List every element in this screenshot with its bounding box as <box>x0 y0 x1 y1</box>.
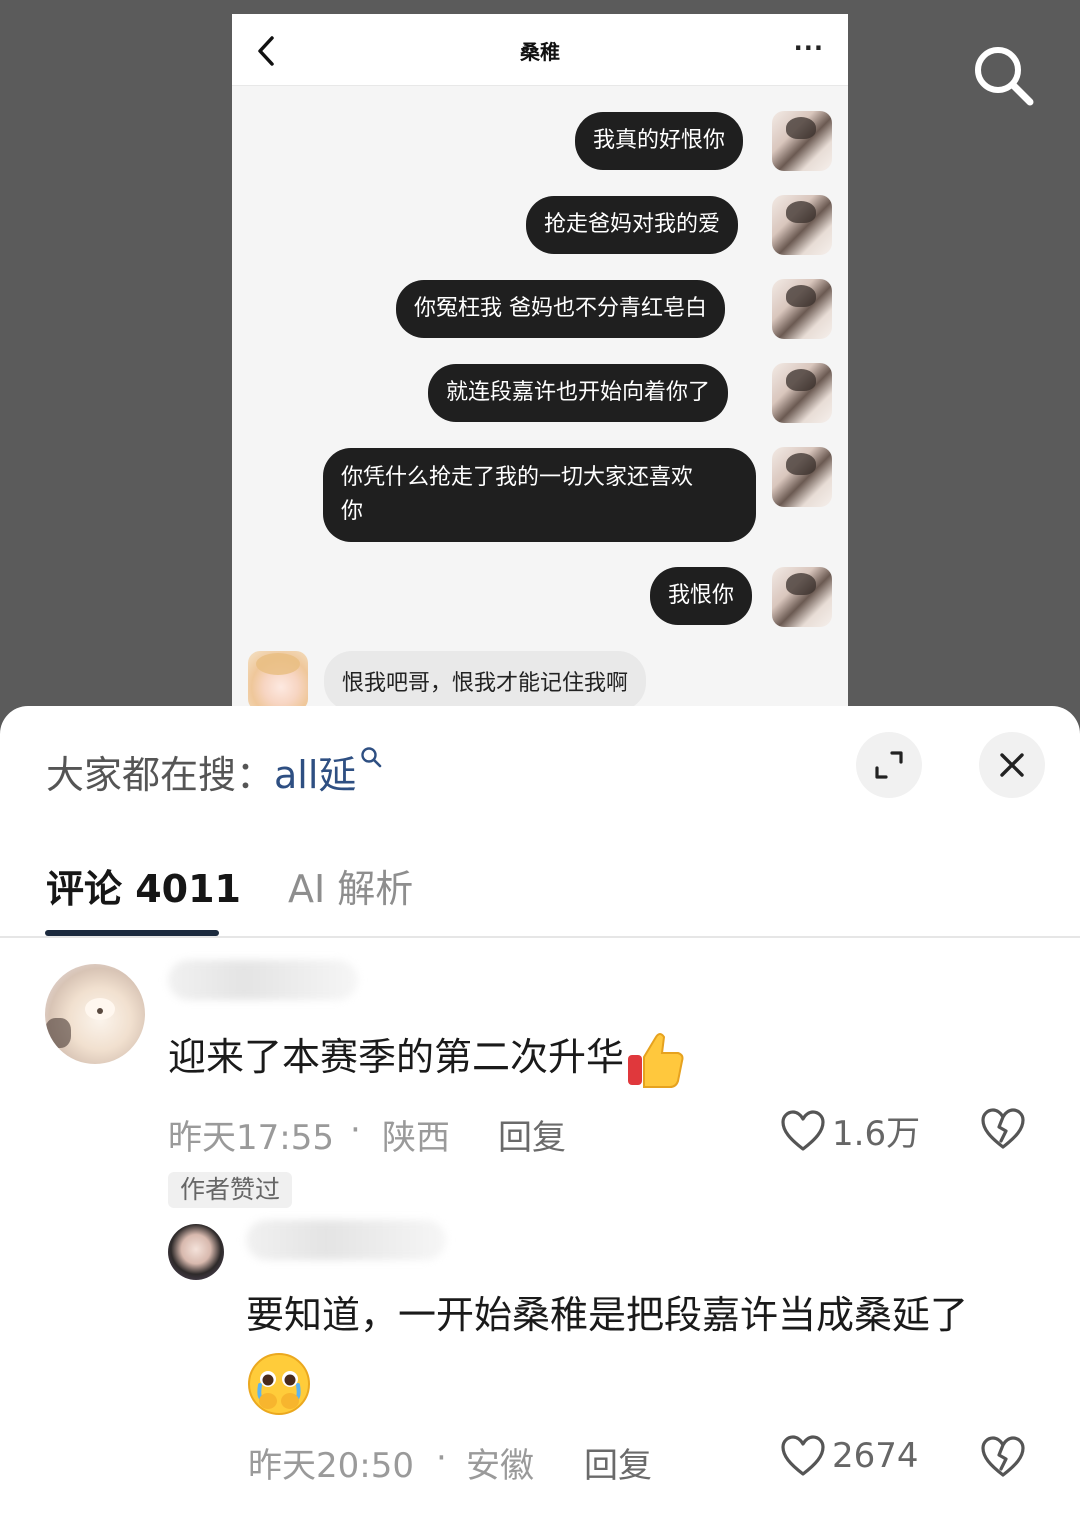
avatar <box>772 279 832 339</box>
heart-icon <box>781 1109 825 1151</box>
tab-comments[interactable]: 评论 4011 <box>46 858 241 913</box>
chat-bubble-right: 抢走爸妈对我的爱 <box>526 196 739 254</box>
search-icon <box>361 747 382 768</box>
hot-search-prefix: 大家都在搜： <box>46 753 275 797</box>
avatar <box>772 111 832 171</box>
search-icon[interactable] <box>970 42 1036 108</box>
hot-search-keyword[interactable]: all延 <box>274 753 356 797</box>
reply-button[interactable]: 回复 <box>584 1438 652 1487</box>
chat-bubble-right: 你凭什么抢走了我的一切大家还喜欢 你 <box>323 448 756 542</box>
reply-button[interactable]: 回复 <box>498 1110 566 1159</box>
tab-ai-analysis[interactable]: AI 解析 <box>288 858 413 913</box>
username-blurred <box>168 960 358 1000</box>
author-liked-badge: 作者赞过 <box>168 1172 293 1208</box>
comment-time: 昨天17:55 <box>168 1118 334 1158</box>
close-button[interactable] <box>979 732 1045 798</box>
meta-separator: · <box>350 1110 361 1150</box>
avatar <box>772 567 832 627</box>
chat-bubble-right: 你冤枉我 爸妈也不分青红皂白 <box>396 280 725 338</box>
heart-icon <box>781 1435 825 1476</box>
comment-location: 陕西 <box>382 1118 450 1158</box>
chat-bubble-right: 就连段嘉许也开始向着你了 <box>428 364 729 422</box>
chat-header: 桑稚 ··· <box>232 14 848 86</box>
chat-bubble-line: 你 <box>341 499 364 524</box>
more-icon: ··· <box>793 34 824 62</box>
comment-text: 要知道，一开始桑稚是把段嘉许当成桑延了 <box>246 1282 1046 1417</box>
broken-heart-icon[interactable] <box>980 1434 1026 1480</box>
avatar[interactable] <box>168 1224 224 1280</box>
chat-bubble-right: 我真的好恨你 <box>575 112 744 170</box>
video-area[interactable]: 桑稚 ··· 我真的好恨你 抢走爸妈对我的爱 你冤枉我 爸妈也不分青红皂白 就连… <box>0 0 1080 720</box>
comment-sheet: 大家都在搜：all延 评论 4011 AI 解析 迎来了本赛季的第二次升华 昨天… <box>0 706 1080 1520</box>
chat-title: 桑稚 <box>520 40 560 64</box>
tab-bar: 评论 4011 AI 解析 <box>0 846 1080 938</box>
thumbs-up-icon <box>628 1032 684 1088</box>
comment-time: 昨天20:50 <box>248 1446 414 1486</box>
tab-indicator <box>45 930 219 936</box>
chat-bubble-right: 我恨你 <box>650 567 753 625</box>
like-button[interactable]: 1.6万 <box>780 1106 920 1155</box>
like-count: 1.6万 <box>832 1114 921 1154</box>
avatar <box>772 195 832 255</box>
avatar <box>772 363 832 423</box>
like-count: 2674 <box>832 1436 919 1476</box>
meta-separator: · <box>436 1438 447 1478</box>
avatar[interactable] <box>45 964 145 1064</box>
close-icon <box>1000 753 1024 777</box>
pleading-face-icon <box>248 1352 310 1415</box>
chat-screenshot: 桑稚 ··· 我真的好恨你 抢走爸妈对我的爱 你冤枉我 爸妈也不分青红皂白 就连… <box>232 14 848 720</box>
chat-bubble-left: 恨我吧哥，恨我才能记住我啊 <box>324 651 647 711</box>
avatar <box>772 447 832 507</box>
expand-icon <box>875 751 903 779</box>
username-blurred <box>246 1220 446 1260</box>
comment-text: 迎来了本赛季的第二次升华 <box>168 1024 686 1091</box>
comment-location: 安徽 <box>466 1446 534 1486</box>
comment-body: 要知道，一开始桑稚是把段嘉许当成桑延了 <box>246 1293 969 1337</box>
avatar <box>248 651 308 711</box>
hot-search-link[interactable]: 大家都在搜：all延 <box>46 744 382 799</box>
broken-heart-icon[interactable] <box>980 1106 1026 1152</box>
like-button[interactable]: 2674 <box>780 1434 919 1478</box>
chat-bubble-line: 你凭什么抢走了我的一切大家还喜欢 <box>341 465 694 490</box>
expand-button[interactable] <box>856 732 922 798</box>
comment-body: 迎来了本赛季的第二次升华 <box>168 1035 625 1079</box>
